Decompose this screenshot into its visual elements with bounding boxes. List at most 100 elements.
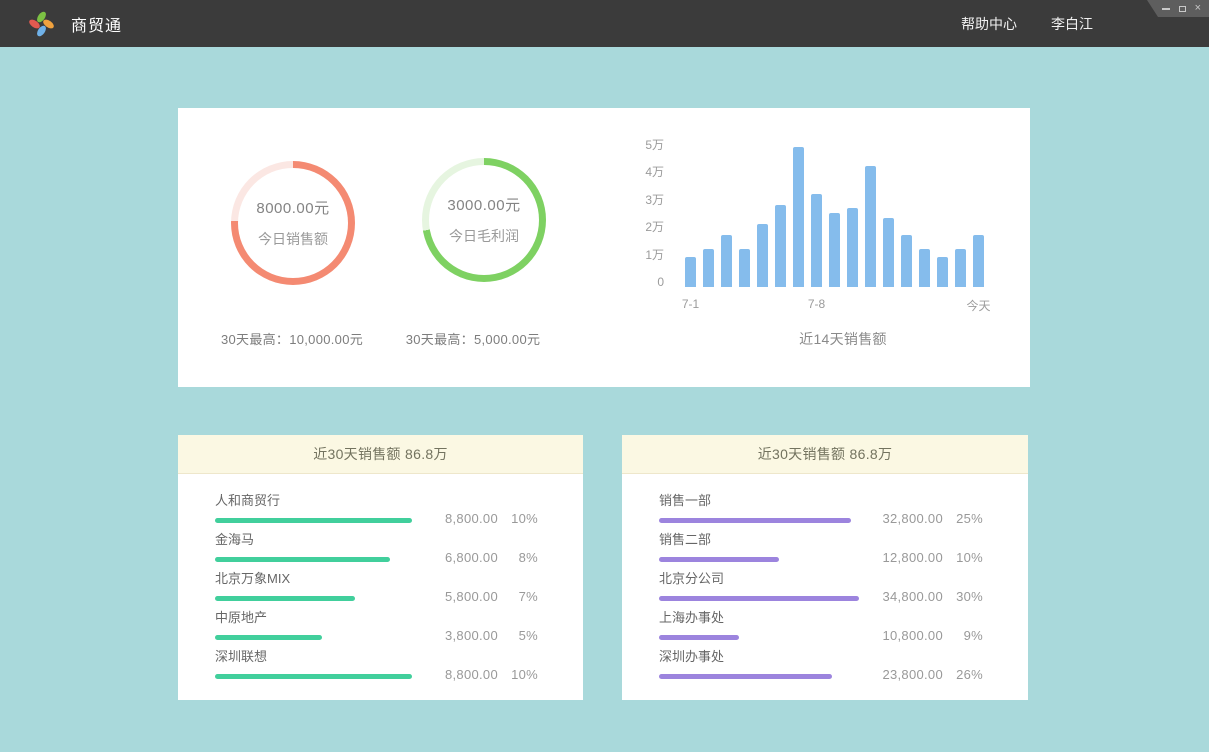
item-label: 中原地产 — [215, 610, 322, 626]
item-percent: 10% — [498, 667, 538, 682]
user-menu[interactable]: 李白江 — [1051, 14, 1093, 34]
list-item: 北京万象MIX5,800.007% — [215, 571, 538, 601]
list-item: 人和商贸行 8,800.0010% — [215, 493, 538, 523]
today-sales-gauge: 8000.00元 今日销售额 — [231, 161, 355, 285]
item-label: 深圳办事处 — [659, 649, 832, 665]
item-progress-bar — [215, 557, 390, 562]
maximize-icon — [1179, 6, 1186, 12]
sales-30d-max-footnote: 30天最高：10,000.00元 — [221, 329, 363, 348]
card-title: 近30天销售额 86.8万 — [313, 444, 448, 464]
bar — [973, 235, 984, 287]
bar — [865, 166, 876, 287]
bar — [739, 249, 750, 287]
item-progress-bar — [659, 674, 832, 679]
list-item: 销售二部 12,800.0010% — [659, 532, 983, 562]
list-item: 销售一部32,800.0025% — [659, 493, 983, 523]
app-logo-pinwheel-icon — [28, 10, 55, 37]
gauge-center: 8000.00元 今日销售额 — [238, 168, 348, 278]
list-item: 中原地产 3,800.005% — [215, 610, 538, 640]
item-value: 8,800.00 — [432, 511, 498, 526]
item-progress-bar — [659, 635, 739, 640]
bar — [775, 205, 786, 287]
topbar: 商贸通 帮助中心 李白江 × — [0, 0, 1209, 47]
bar — [955, 249, 966, 287]
bar — [919, 249, 930, 287]
list-item: 上海办事处 10,800.009% — [659, 610, 983, 640]
today-sales-value: 8000.00元 — [256, 197, 329, 218]
item-value: 23,800.00 — [877, 667, 943, 682]
item-value: 12,800.00 — [877, 550, 943, 565]
bar — [703, 249, 714, 287]
item-label: 金海马 — [215, 532, 390, 548]
item-progress-bar — [215, 596, 355, 601]
card-header: 近30天销售额 86.8万 — [622, 435, 1028, 474]
bar — [721, 235, 732, 287]
y-tick-label: 4万 — [645, 165, 664, 179]
bar-chart-title: 近14天销售额 — [799, 329, 887, 349]
today-profit-gauge: 3000.00元 今日毛利润 — [422, 158, 546, 282]
item-label: 深圳联想 — [215, 649, 412, 665]
card-header: 近30天销售额 86.8万 — [178, 435, 583, 474]
item-percent: 7% — [498, 589, 538, 604]
x-tick-label: 今天 — [966, 297, 990, 314]
today-profit-value: 3000.00元 — [447, 194, 520, 215]
card-title: 近30天销售额 86.8万 — [758, 444, 893, 464]
y-tick-label: 5万 — [645, 138, 664, 152]
x-tick-label: 7-1 — [682, 297, 699, 311]
top-nav: 帮助中心 李白江 — [961, 14, 1093, 34]
item-value: 32,800.00 — [877, 511, 943, 526]
item-value: 34,800.00 — [877, 589, 943, 604]
item-progress-bar — [659, 518, 851, 523]
item-progress-bar — [215, 518, 412, 523]
minimize-button[interactable] — [1162, 0, 1170, 17]
app-title: 商贸通 — [71, 12, 122, 36]
minimize-icon — [1162, 8, 1170, 10]
list-item: 金海马6,800.008% — [215, 532, 538, 562]
item-label: 北京分公司 — [659, 571, 859, 587]
item-percent: 10% — [498, 511, 538, 526]
item-label: 北京万象MIX — [215, 571, 355, 587]
bar-chart-xaxis: 7-17-8今天 — [685, 297, 985, 313]
help-center-link[interactable]: 帮助中心 — [961, 14, 1017, 34]
profit-30d-max-footnote: 30天最高：5,000.00元 — [406, 329, 541, 348]
item-value: 8,800.00 — [432, 667, 498, 682]
overview-card: 8000.00元 今日销售额 3000.00元 今日毛利润 01万2万3万4万5… — [178, 108, 1030, 387]
item-value: 3,800.00 — [432, 628, 498, 643]
customers-sales-card: 近30天销售额 86.8万 人和商贸行8,800.0010%金海马6,800.0… — [178, 435, 583, 700]
item-percent: 26% — [943, 667, 983, 682]
item-label: 上海办事处 — [659, 610, 739, 626]
x-tick-label: 7-8 — [808, 297, 825, 311]
item-label: 销售二部 — [659, 532, 779, 548]
item-label: 人和商贸行 — [215, 493, 412, 509]
item-progress-bar — [659, 596, 859, 601]
item-percent: 5% — [498, 628, 538, 643]
close-icon: × — [1195, 3, 1201, 14]
bar — [685, 257, 696, 287]
item-percent: 30% — [943, 589, 983, 604]
departments-sales-card: 近30天销售额 86.8万 销售一部32,800.0025%销售二部12,800… — [622, 435, 1028, 700]
y-tick-label: 3万 — [645, 193, 664, 207]
app-window: 商贸通 帮助中心 李白江 × 8000.00元 今日销售额 3000.00元 今… — [0, 0, 1209, 752]
today-profit-label: 今日毛利润 — [449, 226, 519, 246]
bar — [847, 208, 858, 287]
list-item: 深圳联想 8,800.0010% — [215, 649, 538, 679]
bar — [901, 235, 912, 287]
close-button[interactable]: × — [1195, 0, 1201, 17]
card-list: 人和商贸行8,800.0010%金海马6,800.008%北京万象MIX5,80… — [178, 474, 583, 679]
today-sales-label: 今日销售额 — [258, 229, 328, 249]
bar — [937, 257, 948, 287]
item-percent: 9% — [943, 628, 983, 643]
item-progress-bar — [215, 635, 322, 640]
y-tick-label: 0 — [657, 275, 664, 289]
item-percent: 8% — [498, 550, 538, 565]
bar-chart-yaxis: 01万2万3万4万5万 — [638, 116, 664, 287]
sales-bar-chart: 01万2万3万4万5万 7-17-8今天 — [638, 116, 1018, 287]
list-item: 北京分公司 34,800.0030% — [659, 571, 983, 601]
maximize-button[interactable] — [1179, 0, 1186, 17]
item-percent: 10% — [943, 550, 983, 565]
item-value: 10,800.00 — [877, 628, 943, 643]
item-progress-bar — [659, 557, 779, 562]
item-progress-bar — [215, 674, 412, 679]
item-label: 销售一部 — [659, 493, 851, 509]
card-list: 销售一部32,800.0025%销售二部12,800.0010%北京分公司34,… — [622, 474, 1028, 679]
